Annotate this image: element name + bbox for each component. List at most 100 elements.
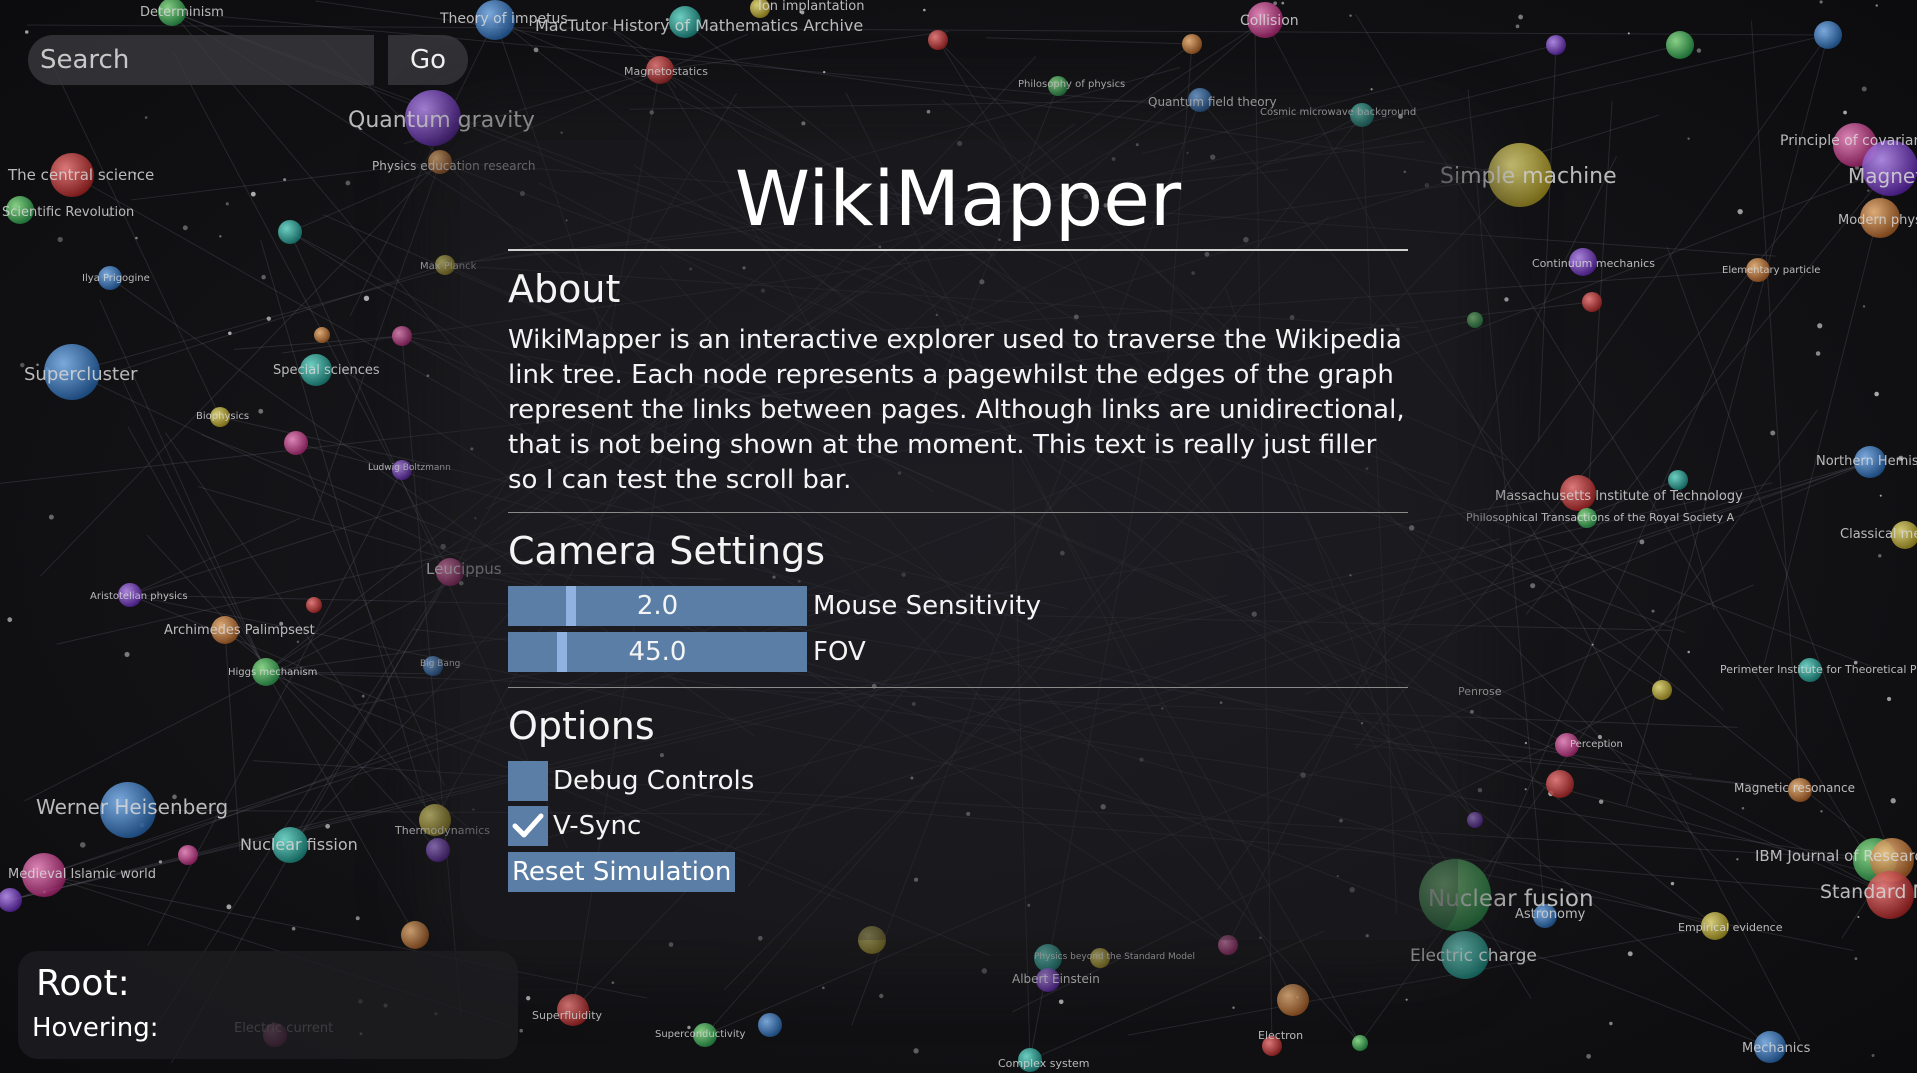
graph-node[interactable] xyxy=(1582,292,1602,312)
graph-node[interactable] xyxy=(278,220,302,244)
graph-node[interactable] xyxy=(1814,21,1842,49)
graph-node[interactable] xyxy=(1668,470,1688,490)
node-label[interactable]: Astronomy xyxy=(1515,908,1585,921)
node-label[interactable]: Quantum gravity xyxy=(348,110,535,132)
node-label[interactable]: Elementary particle xyxy=(1722,266,1820,276)
fov-slider[interactable]: 45.0 xyxy=(508,632,807,672)
graph-node[interactable] xyxy=(1666,31,1694,59)
go-button[interactable]: Go xyxy=(388,35,468,85)
graph-node[interactable] xyxy=(284,431,308,455)
graph-node[interactable] xyxy=(401,921,429,949)
distant-node xyxy=(1515,24,1520,29)
node-label[interactable]: Classical mechanics xyxy=(1840,528,1917,541)
node-label[interactable]: Nuclear fission xyxy=(240,837,358,853)
node-label[interactable]: IBM Journal of Research and Development xyxy=(1755,849,1917,864)
hovering-label: Hovering: xyxy=(32,1013,159,1043)
mouse-sensitivity-slider[interactable]: 2.0 xyxy=(508,586,807,626)
node-label[interactable]: Continuum mechanics xyxy=(1532,258,1655,269)
node-label[interactable]: Collision xyxy=(1240,14,1299,28)
graph-node[interactable] xyxy=(314,327,330,343)
node-label[interactable]: Philosophical Transactions of the Royal … xyxy=(1466,512,1734,523)
distant-node xyxy=(1867,189,1870,192)
node-label[interactable]: Higgs mechanism xyxy=(228,668,317,678)
graph-node[interactable] xyxy=(1467,812,1483,828)
graph-node[interactable] xyxy=(1277,984,1309,1016)
graph-node[interactable] xyxy=(1652,680,1672,700)
node-label[interactable]: Electric charge xyxy=(1410,948,1537,965)
node-label[interactable]: The central science xyxy=(8,168,154,183)
node-label[interactable]: Magnetic resonance xyxy=(1734,782,1855,794)
node-label[interactable]: Biophysics xyxy=(196,412,249,422)
distant-node xyxy=(1862,305,1866,308)
graph-node[interactable] xyxy=(0,888,22,912)
distant-node xyxy=(611,981,615,985)
node-label[interactable]: MacTutor History of Mathematics Archive xyxy=(535,18,863,34)
graph-edge xyxy=(129,517,301,596)
distant-node xyxy=(1232,1006,1235,1009)
node-label[interactable]: Empirical evidence xyxy=(1678,922,1783,933)
graph-node[interactable] xyxy=(1467,312,1483,328)
graph-node[interactable] xyxy=(758,1013,782,1037)
node-label[interactable]: Big Bang xyxy=(420,660,460,669)
debug-controls-row: Debug Controls xyxy=(508,760,1408,802)
distant-node xyxy=(266,316,271,321)
reset-simulation-button[interactable]: Reset Simulation xyxy=(508,852,736,892)
graph-node[interactable] xyxy=(1182,34,1202,54)
node-label[interactable]: Superfluidity xyxy=(532,1010,602,1021)
graph-node[interactable] xyxy=(928,30,948,50)
distant-node xyxy=(801,121,806,126)
node-label[interactable]: Ludwig Boltzmann xyxy=(368,464,451,473)
node-label[interactable]: Quantum field theory xyxy=(1148,96,1277,108)
node-label[interactable]: Modern physics xyxy=(1838,214,1917,227)
distant-node xyxy=(1281,1,1285,5)
node-label[interactable]: Supercluster xyxy=(24,366,138,384)
node-label[interactable]: Northern Hemisphere xyxy=(1816,455,1917,468)
graph-node[interactable] xyxy=(1546,35,1566,55)
node-label[interactable]: Aristotelian physics xyxy=(90,592,188,602)
node-label[interactable]: Simple machine xyxy=(1440,166,1617,188)
graph-node[interactable] xyxy=(426,838,450,862)
node-label[interactable]: Perception xyxy=(1570,740,1623,750)
node-label[interactable]: Scientific Revolution xyxy=(2,206,134,219)
node-label[interactable]: Complex system xyxy=(998,1058,1090,1069)
graph-node[interactable] xyxy=(392,326,412,346)
distant-node xyxy=(7,617,13,623)
distant-node xyxy=(79,842,86,848)
node-label[interactable]: Penrose xyxy=(1458,686,1502,697)
node-label[interactable]: Mechanics xyxy=(1742,1042,1810,1055)
distant-node xyxy=(1854,957,1858,961)
node-label[interactable]: Philosophy of physics xyxy=(1018,80,1125,90)
node-label[interactable]: Physics beyond the Standard Model xyxy=(1034,953,1195,962)
distant-node xyxy=(668,942,674,947)
node-label[interactable]: Special sciences xyxy=(273,364,380,377)
node-label[interactable]: Archimedes Palimpsest xyxy=(164,624,315,637)
graph-edge xyxy=(147,469,403,946)
node-label[interactable]: Perimeter Institute for Theoretical Phys… xyxy=(1720,664,1917,675)
node-label[interactable]: Ion implantation xyxy=(758,0,864,13)
node-label[interactable]: Principle of covariance xyxy=(1780,134,1917,148)
camera-settings-heading: Camera Settings xyxy=(508,529,826,573)
graph-node[interactable] xyxy=(178,845,198,865)
distant-node xyxy=(1670,881,1675,886)
distant-node xyxy=(1815,351,1821,356)
node-label[interactable]: Magnetism xyxy=(1848,166,1917,186)
checkmark-icon xyxy=(512,813,544,838)
graph-node[interactable] xyxy=(1352,1035,1368,1051)
node-label[interactable]: Superconductivity xyxy=(655,1030,745,1040)
graph-node[interactable] xyxy=(1546,770,1574,798)
node-label[interactable]: Standard Model xyxy=(1820,883,1917,902)
distant-node xyxy=(1627,951,1633,957)
node-label[interactable]: Massachusetts Institute of Technology xyxy=(1495,490,1743,503)
vsync-checkbox[interactable] xyxy=(508,806,548,846)
node-label[interactable]: Albert Einstein xyxy=(1012,973,1100,985)
graph-node[interactable] xyxy=(306,597,322,613)
search-input[interactable] xyxy=(28,35,374,85)
debug-controls-checkbox[interactable] xyxy=(508,761,548,801)
node-label[interactable]: Electron xyxy=(1258,1030,1303,1041)
node-label[interactable]: Medieval Islamic world xyxy=(8,868,156,881)
node-label[interactable]: Werner Heisenberg xyxy=(36,797,228,817)
node-label[interactable]: Determinism xyxy=(140,6,224,19)
node-label[interactable]: Ilya Prigogine xyxy=(82,274,150,284)
node-label[interactable]: Magnetostatics xyxy=(624,66,708,77)
node-label[interactable]: Cosmic microwave background xyxy=(1260,108,1416,118)
